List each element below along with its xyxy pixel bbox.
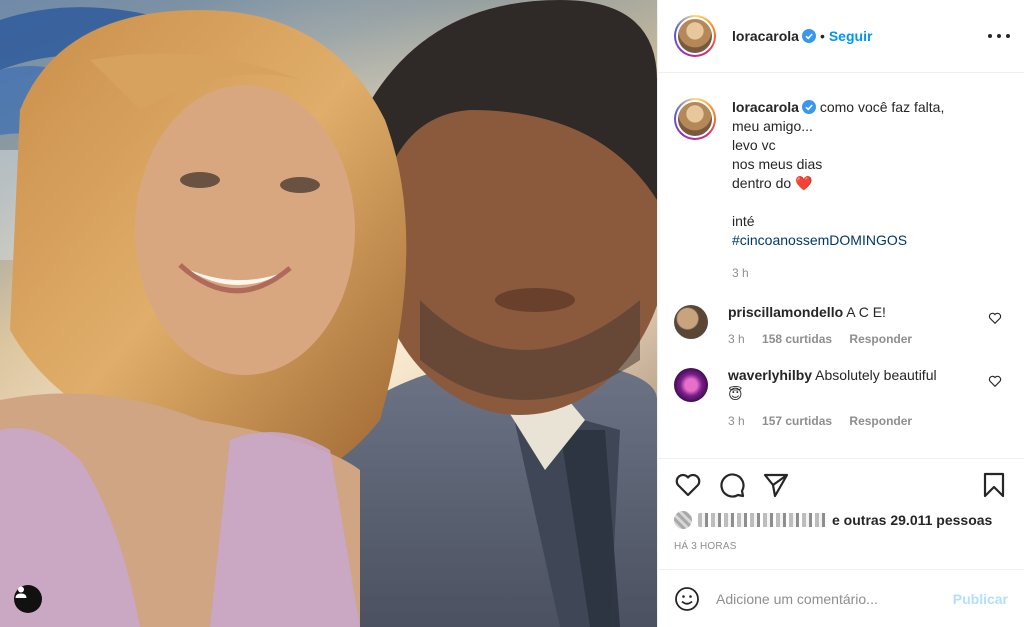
caption-author-avatar[interactable]	[674, 98, 716, 140]
follow-button[interactable]: Seguir	[829, 28, 873, 44]
reply-button[interactable]: Responder	[849, 414, 912, 428]
caption-line: levo vc	[732, 137, 776, 153]
caption-line: meu amigo...	[732, 118, 813, 134]
comment-likes[interactable]: 158 curtidas	[762, 332, 832, 346]
heart-emoji: ❤️	[795, 175, 813, 191]
publish-button[interactable]: Publicar	[953, 591, 1008, 607]
verified-badge-icon	[801, 29, 816, 43]
post-header: loracarola • Seguir	[658, 0, 1024, 73]
share-icon[interactable]	[762, 471, 790, 499]
commenter-username[interactable]: waverlyhilby	[728, 367, 812, 383]
author-avatar[interactable]	[674, 15, 716, 57]
caption-line: como você faz falta,	[819, 99, 945, 115]
verified-badge-icon	[801, 100, 816, 114]
likes-count[interactable]: e outras 29.011 pessoas	[832, 512, 992, 528]
caption-time[interactable]: 3 h	[732, 264, 944, 283]
reply-button[interactable]: Responder	[849, 332, 912, 346]
post-side-panel: loracarola • Seguir loracarola como você…	[657, 0, 1024, 627]
save-bookmark-icon[interactable]	[980, 471, 1008, 499]
comment-text: Absolutely beautiful	[815, 367, 937, 383]
comment-item: priscillamondello A C E! 3 h 158 curtida…	[674, 303, 1008, 346]
comment-input[interactable]	[716, 590, 953, 607]
separator-dot: •	[819, 28, 825, 44]
comment-emoji: 😇	[728, 386, 743, 402]
blurred-liker-names	[698, 513, 828, 527]
commenter-username[interactable]: priscillamondello	[728, 304, 843, 320]
comment-like-heart-icon[interactable]	[988, 311, 1002, 325]
post-caption: loracarola como você faz falta, meu amig…	[674, 98, 1008, 283]
comment-like-heart-icon[interactable]	[988, 374, 1002, 388]
post-actions: e outras 29.011 pessoas HÁ 3 HORAS	[658, 458, 1024, 569]
hashtag-link[interactable]: #cincoanossemDOMINGOS	[732, 231, 944, 250]
photo-illustration	[0, 0, 657, 627]
comment-time[interactable]: 3 h	[728, 414, 745, 428]
comment-icon[interactable]	[718, 471, 746, 499]
liker-avatar[interactable]	[674, 511, 692, 529]
comment-item: waverlyhilby Absolutely beautiful 😇 3 h …	[674, 366, 1008, 428]
commenter-avatar[interactable]	[674, 368, 708, 402]
more-options-icon[interactable]	[988, 26, 1010, 46]
tagged-users-icon[interactable]	[14, 585, 42, 613]
emoji-picker-icon[interactable]	[674, 586, 700, 612]
post-photo[interactable]	[0, 0, 657, 627]
comment-time[interactable]: 3 h	[728, 332, 745, 346]
comment-likes[interactable]: 157 curtidas	[762, 414, 832, 428]
caption-line: dentro do	[732, 175, 792, 191]
add-comment-bar: Publicar	[658, 569, 1024, 627]
author-username[interactable]: loracarola	[732, 28, 799, 44]
caption-line: nos meus dias	[732, 156, 823, 172]
caption-username[interactable]: loracarola	[732, 99, 799, 115]
comment-text: A C E!	[846, 304, 886, 320]
comments-list[interactable]: loracarola como você faz falta, meu amig…	[658, 74, 1024, 458]
like-heart-icon[interactable]	[674, 471, 702, 499]
commenter-avatar[interactable]	[674, 305, 708, 339]
post-date[interactable]: HÁ 3 HORAS	[674, 541, 1008, 552]
caption-signoff: inté	[732, 213, 755, 229]
likes-summary[interactable]: e outras 29.011 pessoas	[674, 511, 1008, 529]
